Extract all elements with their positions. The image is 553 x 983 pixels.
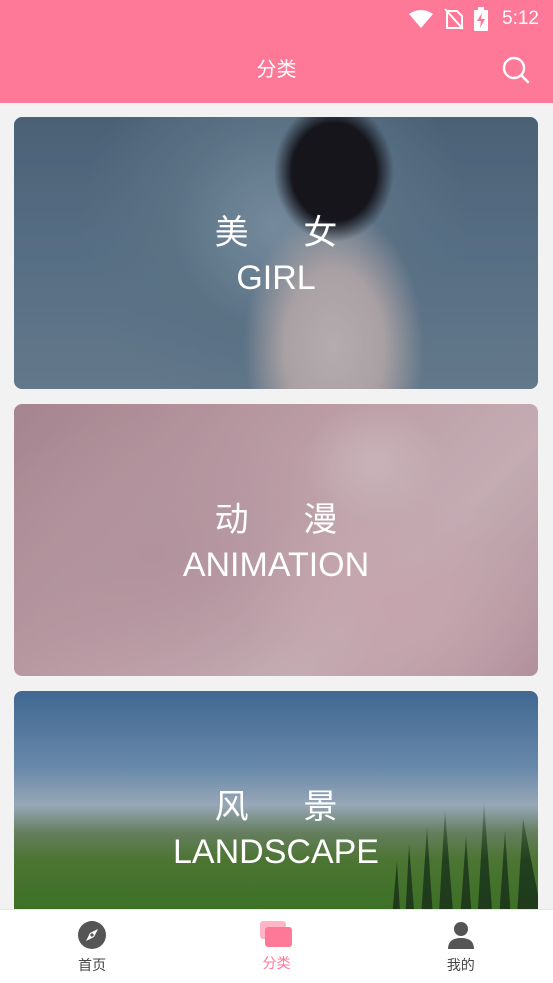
battery-charging-icon bbox=[474, 7, 489, 31]
status-time: 5:12 bbox=[502, 8, 539, 29]
search-icon bbox=[502, 56, 530, 84]
category-title-en: GIRL bbox=[236, 259, 316, 297]
nav-label-category: 分类 bbox=[262, 956, 291, 972]
nav-item-mine[interactable]: 我的 bbox=[369, 910, 553, 983]
nav-item-category[interactable]: 分类 bbox=[184, 910, 368, 983]
nav-label-mine: 我的 bbox=[446, 958, 475, 974]
category-card-girl[interactable]: 美 女 GIRL bbox=[14, 117, 538, 389]
page-title: 分类 bbox=[256, 57, 297, 81]
top-app-bar: 5:12 分类 bbox=[0, 0, 553, 103]
category-title-zh: 风 景 bbox=[214, 787, 360, 827]
compass-icon bbox=[78, 921, 107, 949]
category-title-zh: 动 漫 bbox=[214, 500, 360, 540]
nav-item-home[interactable]: 首页 bbox=[0, 910, 184, 983]
category-title-en: ANIMATION bbox=[182, 546, 370, 584]
category-title-en: LANDSCAPE bbox=[173, 833, 379, 871]
category-title-zh: 美 女 bbox=[214, 213, 360, 253]
nav-label-home: 首页 bbox=[78, 958, 107, 974]
status-bar: 5:12 bbox=[0, 0, 553, 38]
category-card-animation[interactable]: 动 漫 ANIMATION bbox=[14, 404, 538, 676]
bottom-navigation: 首页 分类 我的 bbox=[0, 909, 553, 983]
category-icon bbox=[260, 921, 293, 947]
search-button[interactable] bbox=[501, 55, 531, 85]
wifi-icon bbox=[409, 10, 434, 28]
no-sim-icon bbox=[444, 8, 464, 30]
user-icon bbox=[447, 922, 474, 949]
